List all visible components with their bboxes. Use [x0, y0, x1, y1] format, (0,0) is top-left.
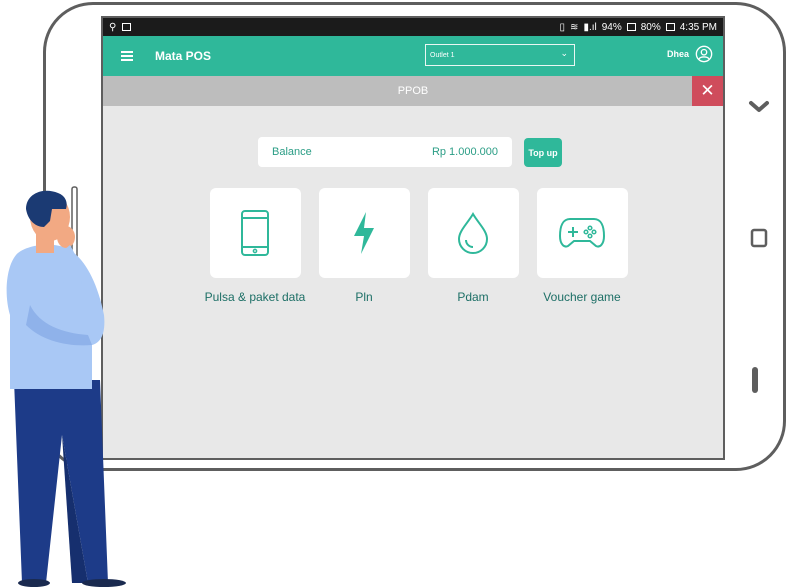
service-card[interactable]	[209, 188, 301, 278]
balance-label: Balance	[272, 146, 312, 158]
balance-card: Balance Rp 1.000.000	[258, 137, 512, 167]
battery-percent-1: 94%	[601, 21, 622, 33]
topup-button[interactable]: Top up	[524, 138, 562, 167]
hamburger-icon[interactable]	[121, 49, 133, 63]
gamepad-icon	[558, 218, 606, 248]
time: 4:35 PM	[679, 21, 717, 33]
app-bar: Mata POS Outlet 1 ⌄ Dhea	[103, 36, 723, 76]
user-name: Dhea	[666, 49, 689, 59]
smartphone-icon	[241, 210, 269, 256]
service-card[interactable]	[318, 188, 410, 278]
outlet-select[interactable]: Outlet 1 ⌄	[425, 44, 575, 66]
photo-icon	[122, 23, 132, 31]
battery-icon	[626, 23, 636, 31]
battery-percent-2: 80%	[640, 21, 661, 33]
user-circle-icon	[695, 45, 713, 63]
vibrate-icon: ▯	[559, 21, 566, 33]
balance-amount: Rp 1.000.000	[431, 146, 498, 158]
page-title: PPOB	[397, 85, 429, 97]
service-pln[interactable]: Pln	[318, 188, 410, 304]
device-screen: ⚲ ▯ ≋ ▮.ıl 94% 80% 4:35 PM Mata POS Outl…	[101, 16, 725, 460]
signal-icon: ▮.ıl	[583, 21, 597, 33]
outlet-value: Outlet 1	[430, 51, 455, 59]
service-card[interactable]	[427, 188, 519, 278]
wifi-icon: ≋	[570, 21, 579, 33]
person-illustration	[6, 186, 126, 587]
water-drop-icon	[457, 212, 489, 254]
chevron-down-icon	[749, 101, 769, 112]
service-voucher-game[interactable]: Voucher game	[536, 188, 628, 304]
service-card[interactable]	[536, 188, 628, 278]
battery-icon-2	[665, 23, 675, 31]
service-pulsa[interactable]: Pulsa & paket data	[205, 188, 305, 304]
user-menu[interactable]: Dhea	[667, 45, 713, 63]
usb-icon: ⚲	[109, 21, 117, 33]
page-title-bar: PPOB ✕	[103, 76, 723, 106]
close-button[interactable]: ✕	[692, 76, 723, 106]
service-label: Voucher game	[543, 290, 621, 304]
square-icon	[750, 228, 768, 248]
status-bar: ⚲ ▯ ≋ ▮.ıl 94% 80% 4:35 PM	[103, 18, 723, 36]
lightning-icon	[354, 212, 374, 254]
close-icon: ✕	[700, 81, 715, 100]
chevron-down-icon: ⌄	[560, 48, 568, 58]
app-title: Mata POS	[155, 49, 212, 63]
power-bar-icon	[752, 367, 758, 393]
service-pdam[interactable]: Pdam	[427, 188, 519, 304]
